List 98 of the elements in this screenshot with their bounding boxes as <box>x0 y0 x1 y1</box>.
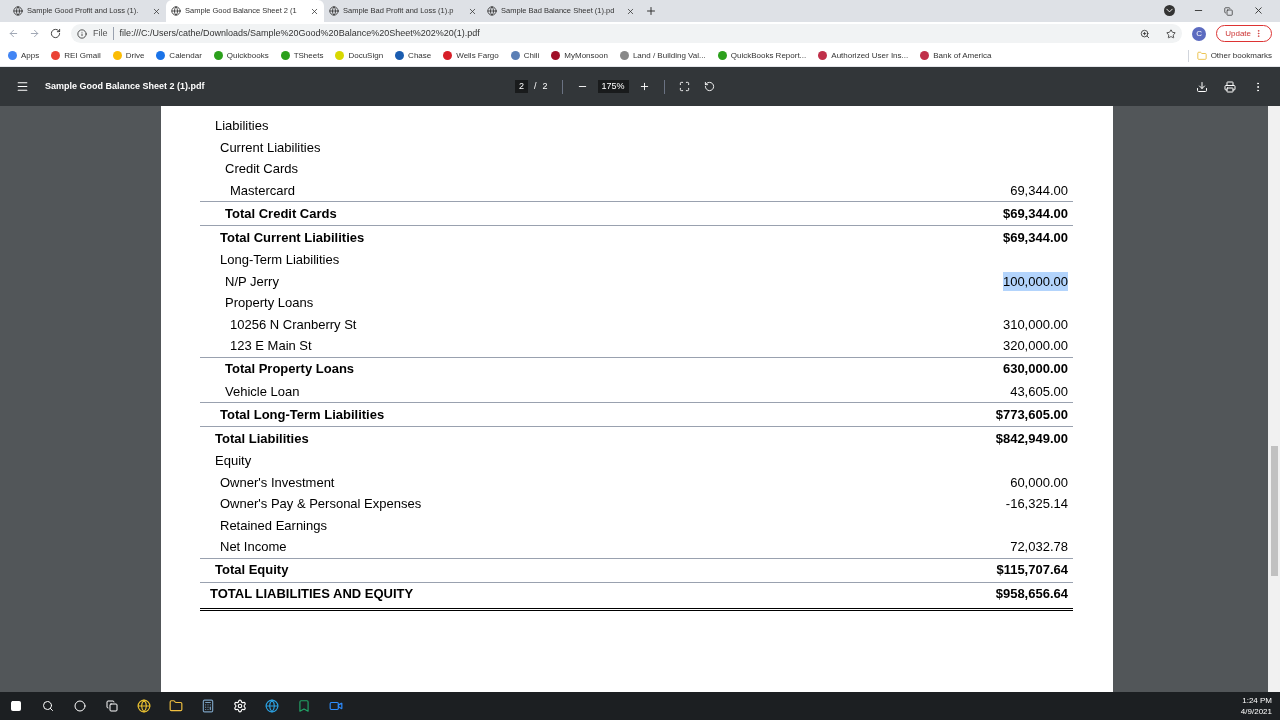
download-icon[interactable] <box>1196 80 1208 93</box>
amount: 60,000.00 <box>1010 473 1068 492</box>
amount: 43,605.00 <box>1010 382 1068 401</box>
new-tab-icon[interactable] <box>645 5 657 17</box>
bookmark[interactable]: Apps <box>8 49 40 62</box>
total-label: TOTAL LIABILITIES AND EQUITY <box>209 585 414 604</box>
globe-icon <box>329 6 339 16</box>
bookmark[interactable]: QuickBooks Report... <box>717 49 807 62</box>
tab-search-icon[interactable] <box>1164 5 1175 16</box>
folder-icon <box>1196 50 1207 61</box>
row-label: Retained Earnings <box>219 516 327 535</box>
url-text: file:///C:/Users/cathe/Downloads/Sample%20Good%20Balance%20Sheet%202%20(1).pdf <box>119 26 481 40</box>
restore-icon[interactable] <box>1224 7 1233 16</box>
file-explorer-icon[interactable] <box>169 699 183 713</box>
row-label: Liabilities <box>214 117 269 135</box>
amount: $69,344.00 <box>1002 204 1068 223</box>
info-icon <box>77 28 87 39</box>
total-label: Total Property Loans <box>224 360 355 379</box>
page-count: 2 <box>542 79 548 93</box>
reload-icon[interactable] <box>50 28 61 39</box>
row-label: 10256 N Cranberry St <box>229 315 357 334</box>
row-label: Long-Term Liabilities <box>219 251 340 269</box>
bookmark-star-icon[interactable] <box>1166 28 1177 39</box>
bookmark[interactable]: Bank of America <box>920 49 992 62</box>
amount: 100,000.00 <box>1002 271 1068 291</box>
bookmark[interactable]: REI Gmail <box>51 49 101 62</box>
edge-icon[interactable] <box>265 699 279 713</box>
clock[interactable]: 1:24 PM 4/9/2021 <box>1240 695 1280 717</box>
bookmark[interactable]: Calendar <box>156 49 202 62</box>
amount: 310,000.00 <box>1002 315 1068 334</box>
zoom-field[interactable]: 175% <box>597 79 629 94</box>
row-label: 123 E Main St <box>229 337 312 355</box>
bookmark[interactable]: Land / Building Val... <box>619 49 706 62</box>
total-label: Total Credit Cards <box>224 204 337 223</box>
globe-icon <box>13 6 23 16</box>
close-icon[interactable] <box>468 6 477 16</box>
zoom-icon[interactable] <box>1140 28 1151 39</box>
amount: 630,000.00 <box>1002 360 1068 379</box>
row-label: Vehicle Loan <box>224 382 300 401</box>
more-icon <box>1254 29 1263 38</box>
bookmark[interactable]: Chase <box>395 49 432 62</box>
row-label: Owner's Pay & Personal Expenses <box>219 495 422 513</box>
settings-icon[interactable] <box>233 699 247 713</box>
cortana-icon[interactable] <box>74 700 86 712</box>
close-icon[interactable] <box>1253 5 1264 16</box>
url-scheme: File <box>93 26 114 41</box>
row-label: Owner's Investment <box>219 473 335 492</box>
bookmark[interactable]: Quickbooks <box>213 49 269 62</box>
page-number-field[interactable]: 2 <box>515 79 528 94</box>
amount: 72,032.78 <box>1010 538 1068 556</box>
menu-icon[interactable] <box>16 80 29 93</box>
row-label: Mastercard <box>229 181 296 200</box>
globe-icon <box>487 6 497 16</box>
total-label: Total Current Liabilities <box>219 228 365 247</box>
amount: $773,605.00 <box>995 405 1068 424</box>
bookmark[interactable]: TSheets <box>280 49 324 62</box>
globe-icon <box>171 6 181 16</box>
row-label: Net Income <box>219 538 287 556</box>
windows-start-icon[interactable] <box>10 700 22 712</box>
browser-icon[interactable] <box>137 699 151 713</box>
amount: $842,949.00 <box>995 429 1068 448</box>
amount: $115,707.64 <box>996 561 1068 580</box>
page-separator: / <box>534 79 537 93</box>
bookmark[interactable]: DocuSign <box>335 49 384 62</box>
zoom-in-icon[interactable] <box>638 81 650 92</box>
row-label: Property Loans <box>224 294 314 312</box>
amount: -16,325.14 <box>1005 495 1068 513</box>
document-title: Sample Good Balance Sheet 2 (1).pdf <box>45 79 206 93</box>
fit-page-icon[interactable] <box>678 81 690 92</box>
bookmark[interactable]: Other bookmarks <box>1187 49 1272 62</box>
total-label: Total Liabilities <box>214 429 309 448</box>
rotate-icon[interactable] <box>703 81 715 92</box>
total-label: Total Equity <box>214 561 289 580</box>
bookmark[interactable]: Authorized User Ins... <box>818 49 909 62</box>
search-icon[interactable] <box>42 700 54 712</box>
amount: 320,000.00 <box>1002 337 1068 355</box>
close-icon[interactable] <box>310 6 319 16</box>
print-icon[interactable] <box>1224 80 1236 93</box>
address-bar[interactable]: File file:///C:/Users/cathe/Downloads/Sample%20Good%20Balance%20Sheet%202%20(1).pdf <box>71 24 1183 43</box>
close-icon[interactable] <box>152 6 161 16</box>
task-view-icon[interactable] <box>106 700 118 712</box>
row-label: Credit Cards <box>224 160 298 178</box>
calculator-icon[interactable] <box>201 699 215 713</box>
bookmark[interactable]: Wells Fargo <box>443 49 499 62</box>
row-label: Equity <box>214 452 252 470</box>
bookmark[interactable]: Drive <box>112 49 145 62</box>
amount: $958,656.64 <box>995 585 1068 604</box>
total-label: Total Long-Term Liabilities <box>219 405 385 424</box>
scrollbar-thumb[interactable] <box>1270 446 1278 576</box>
bookmark[interactable]: MyMonsoon <box>551 49 608 62</box>
close-icon[interactable] <box>626 6 635 16</box>
amount: $69,344.00 <box>1002 228 1068 247</box>
bookmark[interactable]: Chili <box>510 49 540 62</box>
profile-avatar[interactable]: C <box>1192 26 1207 41</box>
video-call-icon[interactable] <box>329 699 343 713</box>
row-label: Current Liabilities <box>219 138 321 157</box>
amount: 69,344.00 <box>1010 181 1068 200</box>
row-label: N/P Jerry <box>224 272 279 291</box>
